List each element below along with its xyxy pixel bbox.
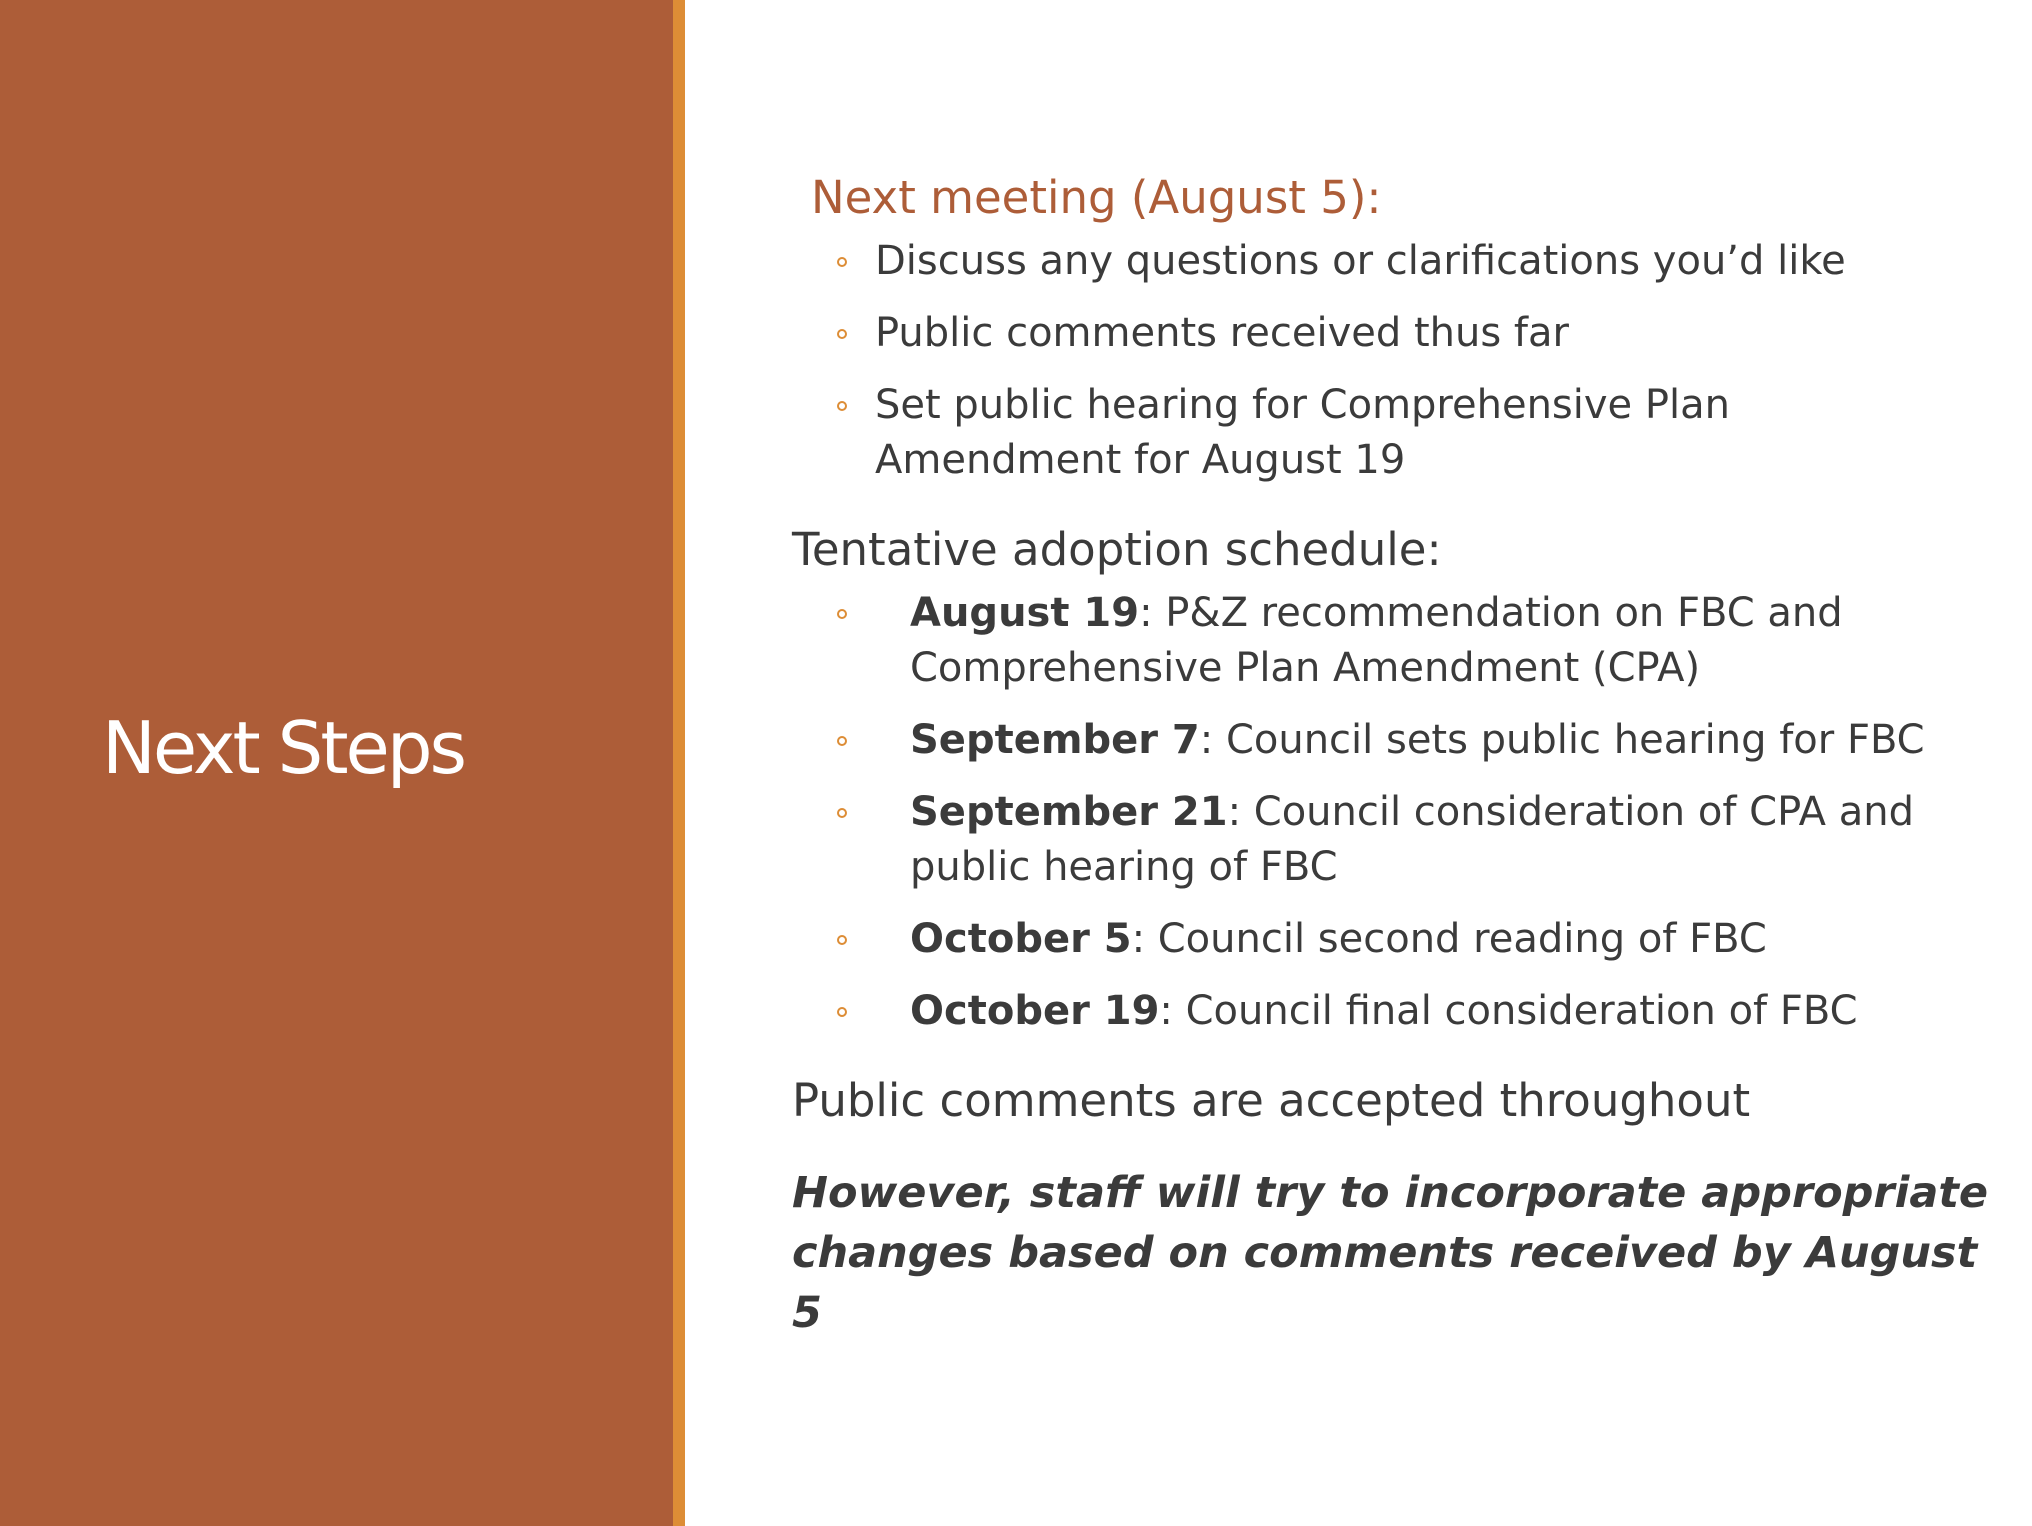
schedule-date: August 19 <box>910 590 1140 636</box>
circle-bullet-icon <box>837 257 847 267</box>
list-item-text: Public comments received thus far <box>875 310 1569 356</box>
schedule-text: : Council final consideration of FBC <box>1159 988 1858 1034</box>
schedule-date: September 7 <box>910 717 1200 763</box>
next-meeting-list: Discuss any questions or clarifications … <box>792 234 1992 488</box>
schedule-heading: Tentative adoption schedule: <box>792 523 1442 576</box>
schedule-text: : Council sets public hearing for FBC <box>1199 717 1925 763</box>
accent-bar <box>673 0 685 1526</box>
schedule-list: August 19: P&Z recommendation on FBC and… <box>792 586 1992 1039</box>
list-item: August 19: P&Z recommendation on FBC and… <box>792 586 1970 696</box>
list-item: September 7: Council sets public hearing… <box>792 713 2032 768</box>
schedule-date: September 21 <box>910 789 1228 835</box>
list-item: Set public hearing for Comprehensive Pla… <box>792 378 1755 488</box>
list-item: October 5: Council second reading of FBC <box>792 912 1992 967</box>
list-item: Public comments received thus far <box>792 306 1992 361</box>
circle-bullet-icon <box>837 736 847 746</box>
schedule-date: October 5 <box>910 916 1132 962</box>
next-meeting-heading: Next meeting (August 5): <box>811 171 1382 224</box>
list-item: Discuss any questions or clarifications … <box>792 234 1992 289</box>
schedule-date: October 19 <box>910 988 1160 1034</box>
list-item-text: Set public hearing for Comprehensive Pla… <box>875 382 1730 483</box>
circle-bullet-icon <box>837 609 847 619</box>
circle-bullet-icon <box>837 808 847 818</box>
list-item: September 21: Council consideration of C… <box>792 785 1990 895</box>
circle-bullet-icon <box>837 401 847 411</box>
list-item: October 19: Council final consideration … <box>792 984 1992 1039</box>
circle-bullet-icon <box>837 935 847 945</box>
slide: Next Steps Next meeting (August 5): Disc… <box>0 0 2032 1526</box>
schedule-text: : Council second reading of FBC <box>1131 916 1767 962</box>
list-item-text: Discuss any questions or clarifications … <box>875 238 1846 284</box>
slide-title: Next Steps <box>102 706 467 790</box>
public-comments-text: Public comments are accepted throughout <box>792 1074 1751 1127</box>
circle-bullet-icon <box>837 1007 847 1017</box>
slide-content: Next meeting (August 5): Discuss any que… <box>792 170 1992 1386</box>
circle-bullet-icon <box>837 329 847 339</box>
closing-note: However, staff will try to incorporate a… <box>792 1168 1989 1338</box>
